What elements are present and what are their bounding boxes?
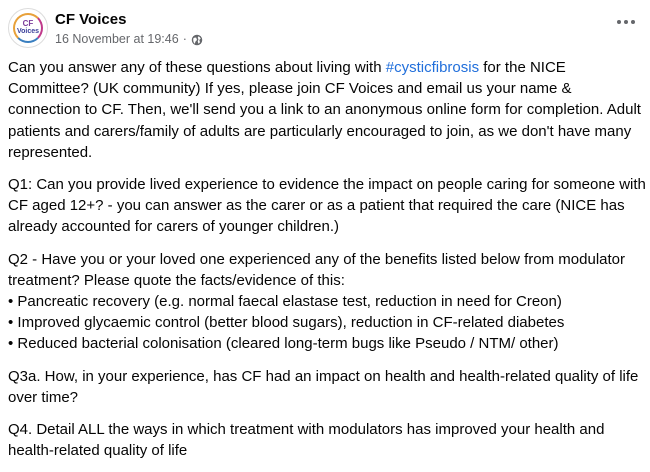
separator: · xyxy=(182,32,187,46)
avatar[interactable]: CF Voices xyxy=(8,8,48,48)
question-2: Q2 - Have you or your loved one experien… xyxy=(8,249,648,355)
page-name-link[interactable]: CF Voices xyxy=(55,10,203,29)
intro-text-before: Can you answer any of these questions ab… xyxy=(8,59,386,76)
avatar-text-cf: CF xyxy=(22,19,34,28)
question-1: Q1: Can you provide lived experience to … xyxy=(8,176,646,236)
globe-icon[interactable] xyxy=(191,34,203,46)
avatar-text-voices: Voices xyxy=(16,28,40,35)
post-header: CF Voices CF Voices 16 November at 19:46… xyxy=(8,8,203,48)
more-options-icon[interactable] xyxy=(608,8,644,36)
more-dot xyxy=(617,20,621,24)
question-4: Q4. Detail ALL the ways in which treatme… xyxy=(8,421,605,460)
post-subline: 16 November at 19:46 · xyxy=(55,31,203,48)
bullet-item: • Improved glycaemic control (better blo… xyxy=(8,314,565,332)
bullet-item: • Reduced bacterial colonisation (cleare… xyxy=(8,335,559,353)
facebook-post: CF Voices CF Voices 16 November at 19:46… xyxy=(0,0,650,459)
intro-paragraph: Can you answer any of these questions ab… xyxy=(8,57,648,163)
more-dot xyxy=(631,20,635,24)
question-2-intro: Q2 - Have you or your loved one experien… xyxy=(8,250,626,289)
bullet-item: • Pancreatic recovery (e.g. normal faeca… xyxy=(8,293,562,311)
more-dot xyxy=(624,20,628,24)
post-body: Can you answer any of these questions ab… xyxy=(8,57,648,472)
question-3a: Q3a. How, in your experience, has CF had… xyxy=(8,367,639,406)
post-meta: CF Voices 16 November at 19:46 · xyxy=(55,8,203,48)
hashtag-link[interactable]: #cysticfibrosis xyxy=(386,59,479,76)
timestamp-link[interactable]: 16 November at 19:46 xyxy=(55,31,179,48)
